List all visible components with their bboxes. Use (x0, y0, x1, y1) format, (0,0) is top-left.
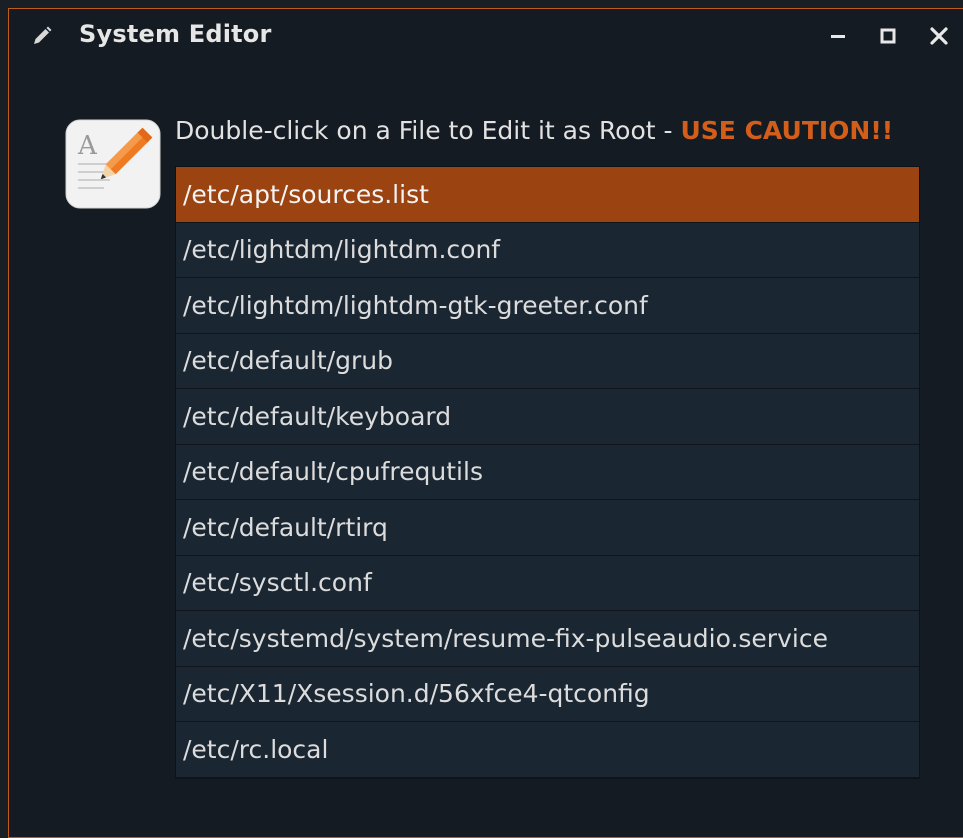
minimize-button[interactable] (825, 23, 851, 49)
minimize-icon (831, 35, 845, 38)
file-item[interactable]: /etc/rc.local (176, 722, 919, 778)
file-item[interactable]: /etc/X11/Xsession.d/56xfce4-qtconfig (176, 667, 919, 722)
pencil-icon (31, 25, 53, 47)
svg-text:A: A (77, 131, 98, 161)
file-item[interactable]: /etc/lightdm/lightdm.conf (176, 223, 919, 278)
instruction-label: Double-click on a File to Edit it as Roo… (175, 116, 681, 145)
close-button[interactable] (926, 23, 952, 49)
file-item[interactable]: /etc/default/grub (176, 334, 919, 389)
file-item[interactable]: /etc/systemd/system/resume-fix-pulseaudi… (176, 611, 919, 667)
window-title: System Editor (79, 20, 272, 48)
file-list[interactable]: /etc/apt/sources.list /etc/lightdm/light… (175, 166, 920, 779)
instruction-text: Double-click on a File to Edit it as Roo… (175, 116, 893, 145)
file-item[interactable]: /etc/lightdm/lightdm-gtk-greeter.conf (176, 278, 919, 334)
caution-label: USE CAUTION!! (680, 116, 894, 145)
file-item[interactable]: /etc/default/cpufrequtils (176, 445, 919, 500)
file-item[interactable]: /etc/default/keyboard (176, 389, 919, 445)
file-item[interactable]: /etc/default/rtirq (176, 500, 919, 556)
text-editor-icon: A (64, 118, 162, 210)
file-item[interactable]: /etc/apt/sources.list (176, 167, 919, 223)
file-item[interactable]: /etc/sysctl.conf (176, 556, 919, 611)
title-bar[interactable]: System Editor (9, 9, 963, 61)
maximize-icon (880, 28, 896, 44)
maximize-button[interactable] (875, 23, 901, 49)
close-icon (930, 27, 948, 45)
